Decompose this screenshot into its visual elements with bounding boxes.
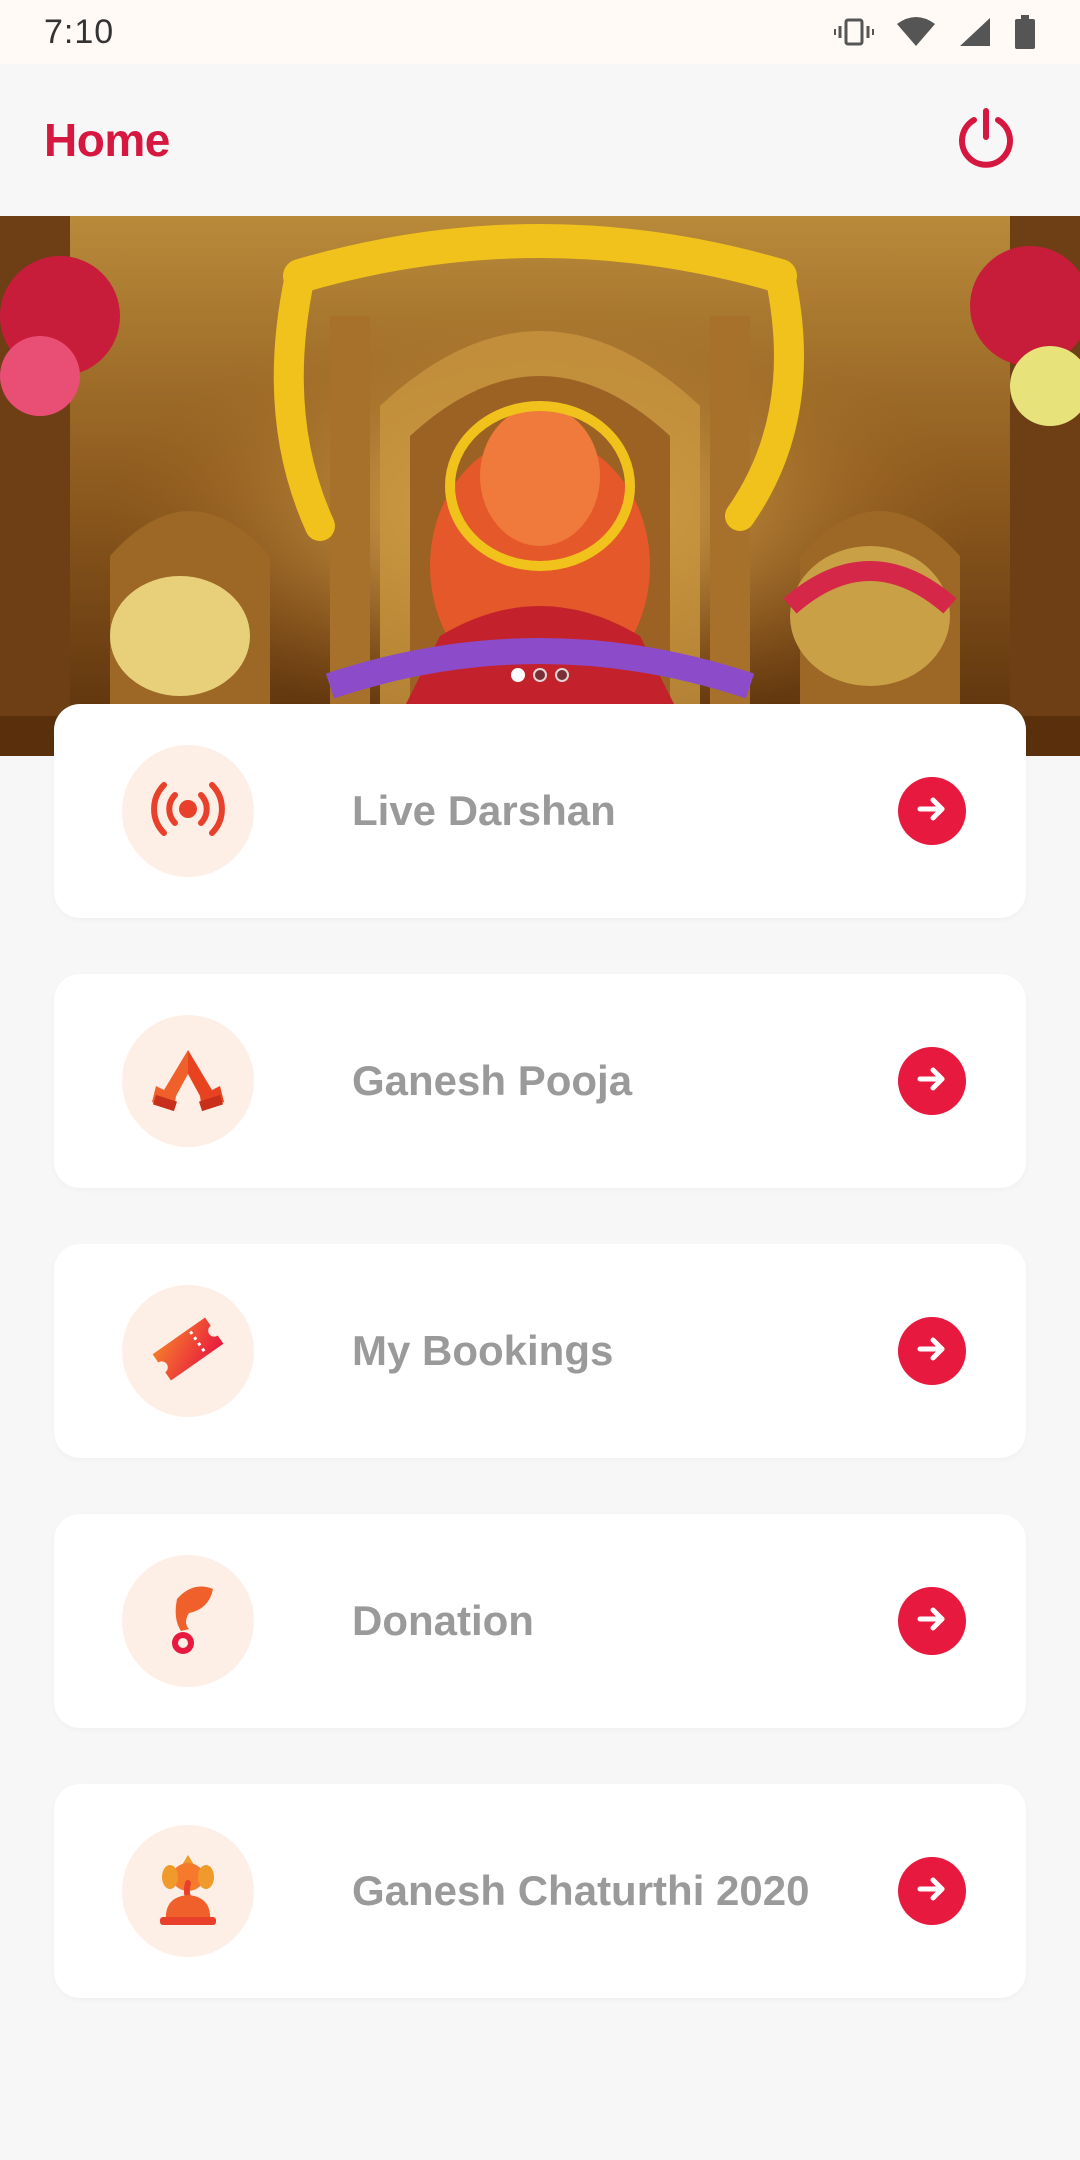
menu-icon-background <box>122 745 254 877</box>
praying-hands-icon <box>148 1044 228 1119</box>
status-time: 7:10 <box>44 12 115 51</box>
menu-item-ganesh-chaturthi[interactable]: Ganesh Chaturthi 2020 <box>54 1784 1026 1998</box>
menu-item-label: Ganesh Chaturthi 2020 <box>352 1867 810 1914</box>
menu-item-live-darshan[interactable]: Live Darshan <box>54 704 1026 918</box>
arrow-right-icon <box>914 1871 950 1912</box>
arrow-right-icon <box>914 1331 950 1372</box>
menu-icon-background <box>122 1285 254 1417</box>
pager-dot[interactable] <box>555 668 569 682</box>
arrow-button[interactable] <box>898 1317 966 1385</box>
menu-icon-background <box>122 1555 254 1687</box>
arrow-button[interactable] <box>898 777 966 845</box>
menu-item-ganesh-pooja[interactable]: Ganesh Pooja <box>54 974 1026 1188</box>
arrow-button[interactable] <box>898 1587 966 1655</box>
menu-item-label: Donation <box>352 1597 534 1644</box>
page-title: Home <box>44 114 170 166</box>
battery-icon <box>1014 15 1036 49</box>
arrow-right-icon <box>914 791 950 832</box>
signal-icon <box>958 16 992 48</box>
menu-item-donation[interactable]: Donation <box>54 1514 1026 1728</box>
logout-button[interactable] <box>946 100 1026 180</box>
menu-icon-background <box>122 1825 254 1957</box>
arrow-right-icon <box>914 1061 950 1102</box>
menu-item-label: My Bookings <box>352 1327 614 1374</box>
status-bar: 7:10 <box>0 0 1080 64</box>
live-broadcast-icon <box>148 779 228 844</box>
ticket-icon <box>148 1309 228 1394</box>
vibrate-icon <box>834 16 874 48</box>
menu-item-my-bookings[interactable]: My Bookings <box>54 1244 1026 1458</box>
arrow-button[interactable] <box>898 1047 966 1115</box>
power-icon <box>953 105 1019 176</box>
ganesh-idol-icon <box>148 1849 228 1934</box>
arrow-button[interactable] <box>898 1857 966 1925</box>
donation-hand-icon <box>153 1579 223 1664</box>
status-icons <box>834 15 1036 49</box>
banner-pager <box>0 668 1080 682</box>
wifi-icon <box>896 16 936 48</box>
pager-dot[interactable] <box>511 668 525 682</box>
arrow-right-icon <box>914 1601 950 1642</box>
pager-dot[interactable] <box>533 668 547 682</box>
menu-item-label: Ganesh Pooja <box>352 1057 633 1104</box>
app-header: Home <box>0 64 1080 216</box>
menu-item-label: Live Darshan <box>352 787 616 834</box>
menu-icon-background <box>122 1015 254 1147</box>
